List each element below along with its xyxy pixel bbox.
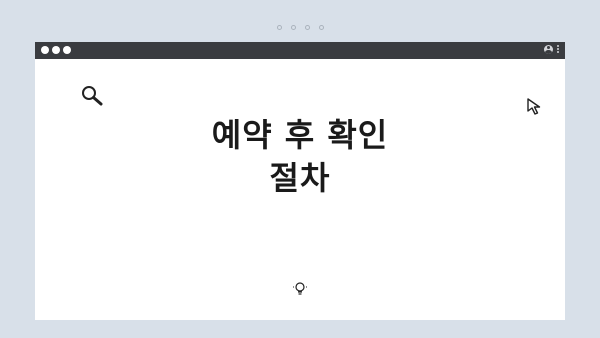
page-title-line: 예약 후 확인: [211, 116, 389, 154]
page-title: 예약 후 확인 절차: [35, 114, 565, 200]
titlebar-actions: [544, 44, 560, 54]
search-icon: [80, 84, 104, 110]
slide-stage: 예약 후 확인 절차: [0, 0, 600, 338]
pager-dot[interactable]: [276, 25, 282, 30]
pager-dot[interactable]: [290, 25, 296, 30]
window-titlebar: [35, 42, 565, 59]
page-title-line: 절차: [269, 159, 331, 197]
close-dot[interactable]: [41, 46, 49, 54]
pager-dots: [0, 25, 600, 30]
window-controls: [41, 46, 71, 54]
pager-dot[interactable]: [304, 25, 310, 30]
minimize-dot[interactable]: [52, 46, 60, 54]
kebab-menu-icon[interactable]: [556, 44, 560, 54]
maximize-dot[interactable]: [63, 46, 71, 54]
profile-icon[interactable]: [544, 44, 553, 54]
lightbulb-icon: [293, 281, 307, 301]
pager-dot[interactable]: [318, 25, 324, 30]
browser-window: 예약 후 확인 절차: [35, 42, 565, 320]
